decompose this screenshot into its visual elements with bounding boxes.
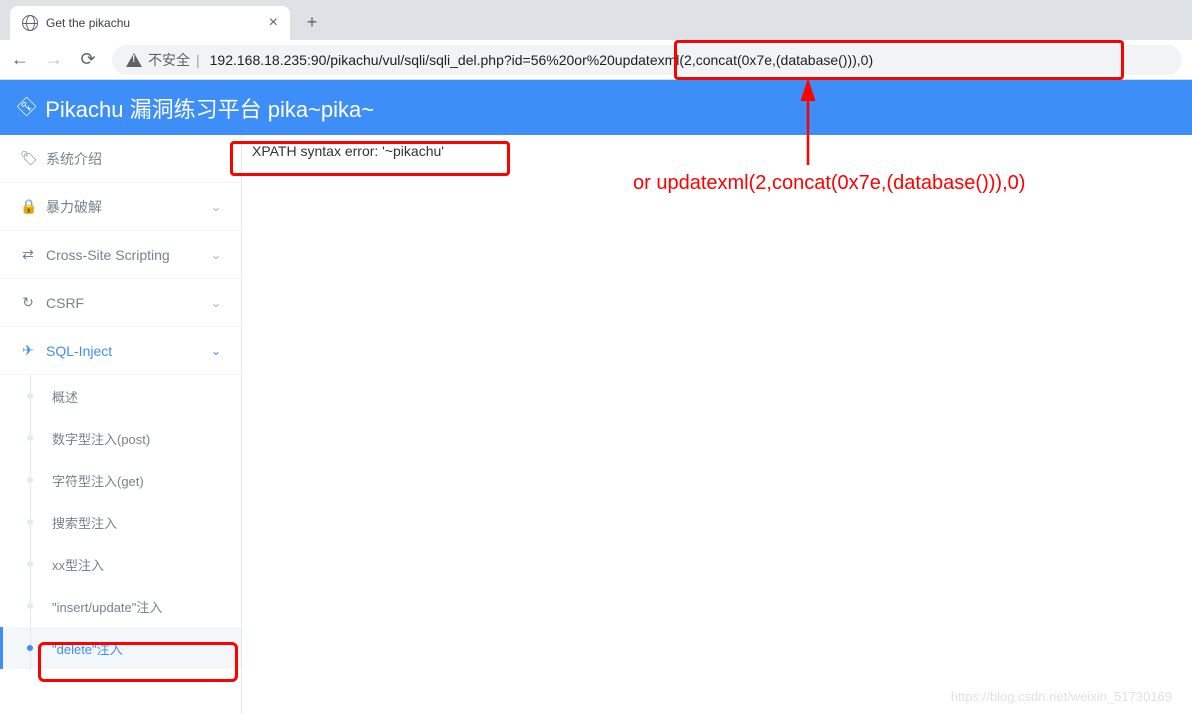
insecure-label: 不安全 (148, 50, 190, 70)
chevron-down-icon: ⌄ (211, 296, 221, 310)
refresh-icon: ↻ (20, 294, 36, 311)
sidebar-item-label: Cross-Site Scripting (46, 247, 170, 263)
page-header: ⚿ Pikachu 漏洞练习平台 pika~pika~ (0, 80, 1192, 135)
subitem-label: "insert/update"注入 (52, 597, 162, 616)
page-body: 🏷 系统介绍 🔒 暴力破解 ⌄ ⇄ Cross-Site Scripting ⌄… (0, 135, 1192, 714)
browser-toolbar: ← → ⟳ 不安全 | 192.168.18.235:90/pikachu/vu… (0, 40, 1192, 80)
sidebar-item-sqlinject[interactable]: ✈ SQL-Inject ⌄ (0, 327, 241, 375)
sidebar-item-csrf[interactable]: ↻ CSRF ⌄ (0, 279, 241, 327)
browser-tab[interactable]: Get the pikachu × (10, 6, 290, 40)
lock-icon: 🔒 (20, 198, 36, 215)
warning-icon (126, 53, 142, 67)
globe-icon (22, 15, 38, 31)
browser-tab-strip: Get the pikachu × + (0, 0, 1192, 40)
subitem-insert-update[interactable]: "insert/update"注入 (0, 585, 241, 627)
subitem-overview[interactable]: 概述 (0, 375, 241, 417)
annotation-text: or updatexml(2,concat(0x7e,(database()))… (633, 172, 1025, 195)
subitem-label: 数字型注入(post) (52, 429, 150, 448)
error-message: XPATH syntax error: '~pikachu' (252, 143, 1182, 159)
back-button[interactable]: ← (10, 50, 30, 70)
content-area: XPATH syntax error: '~pikachu' (242, 135, 1192, 714)
chevron-down-icon: ⌄ (211, 248, 221, 262)
page-title: Pikachu 漏洞练习平台 pika~pika~ (45, 92, 374, 124)
sidebar-item-label: SQL-Inject (46, 343, 112, 359)
sidebar-item-label: 暴力破解 (46, 197, 102, 217)
subitem-numeric-post[interactable]: 数字型注入(post) (0, 417, 241, 459)
close-icon[interactable]: × (269, 14, 278, 32)
chevron-down-icon: ⌄ (211, 200, 221, 214)
tag-icon: 🏷 (20, 150, 36, 167)
forward-button[interactable]: → (44, 50, 64, 70)
sidebar-item-bruteforce[interactable]: 🔒 暴力破解 ⌄ (0, 183, 241, 231)
subitem-label: 概述 (52, 387, 78, 406)
tab-title: Get the pikachu (46, 16, 261, 30)
key-icon: ⚿ (14, 94, 41, 121)
subitem-label: "delete"注入 (52, 639, 123, 658)
plane-icon: ✈ (20, 342, 36, 359)
chevron-down-icon: ⌄ (211, 344, 221, 358)
address-bar[interactable]: 不安全 | 192.168.18.235:90/pikachu/vul/sqli… (112, 45, 1182, 75)
transfer-icon: ⇄ (20, 246, 36, 263)
subitem-xx[interactable]: xx型注入 (0, 543, 241, 585)
sidebar-item-label: 系统介绍 (46, 149, 102, 169)
new-tab-button[interactable]: + (298, 8, 326, 36)
subitem-delete[interactable]: "delete"注入 (0, 627, 241, 669)
reload-button[interactable]: ⟳ (78, 50, 98, 70)
subitem-label: 字符型注入(get) (52, 471, 144, 490)
subitem-label: xx型注入 (52, 555, 104, 574)
sidebar-item-xss[interactable]: ⇄ Cross-Site Scripting ⌄ (0, 231, 241, 279)
subitem-label: 搜索型注入 (52, 513, 117, 532)
subitem-search[interactable]: 搜索型注入 (0, 501, 241, 543)
url-text: 192.168.18.235:90/pikachu/vul/sqli/sqli_… (210, 52, 873, 68)
sidebar-item-intro[interactable]: 🏷 系统介绍 (0, 135, 241, 183)
subitem-string-get[interactable]: 字符型注入(get) (0, 459, 241, 501)
sidebar-item-label: CSRF (46, 295, 84, 311)
security-badge[interactable]: 不安全 | (126, 50, 200, 70)
watermark: https://blog.csdn.net/weixin_51730169 (951, 689, 1172, 704)
sidebar: 🏷 系统介绍 🔒 暴力破解 ⌄ ⇄ Cross-Site Scripting ⌄… (0, 135, 242, 714)
